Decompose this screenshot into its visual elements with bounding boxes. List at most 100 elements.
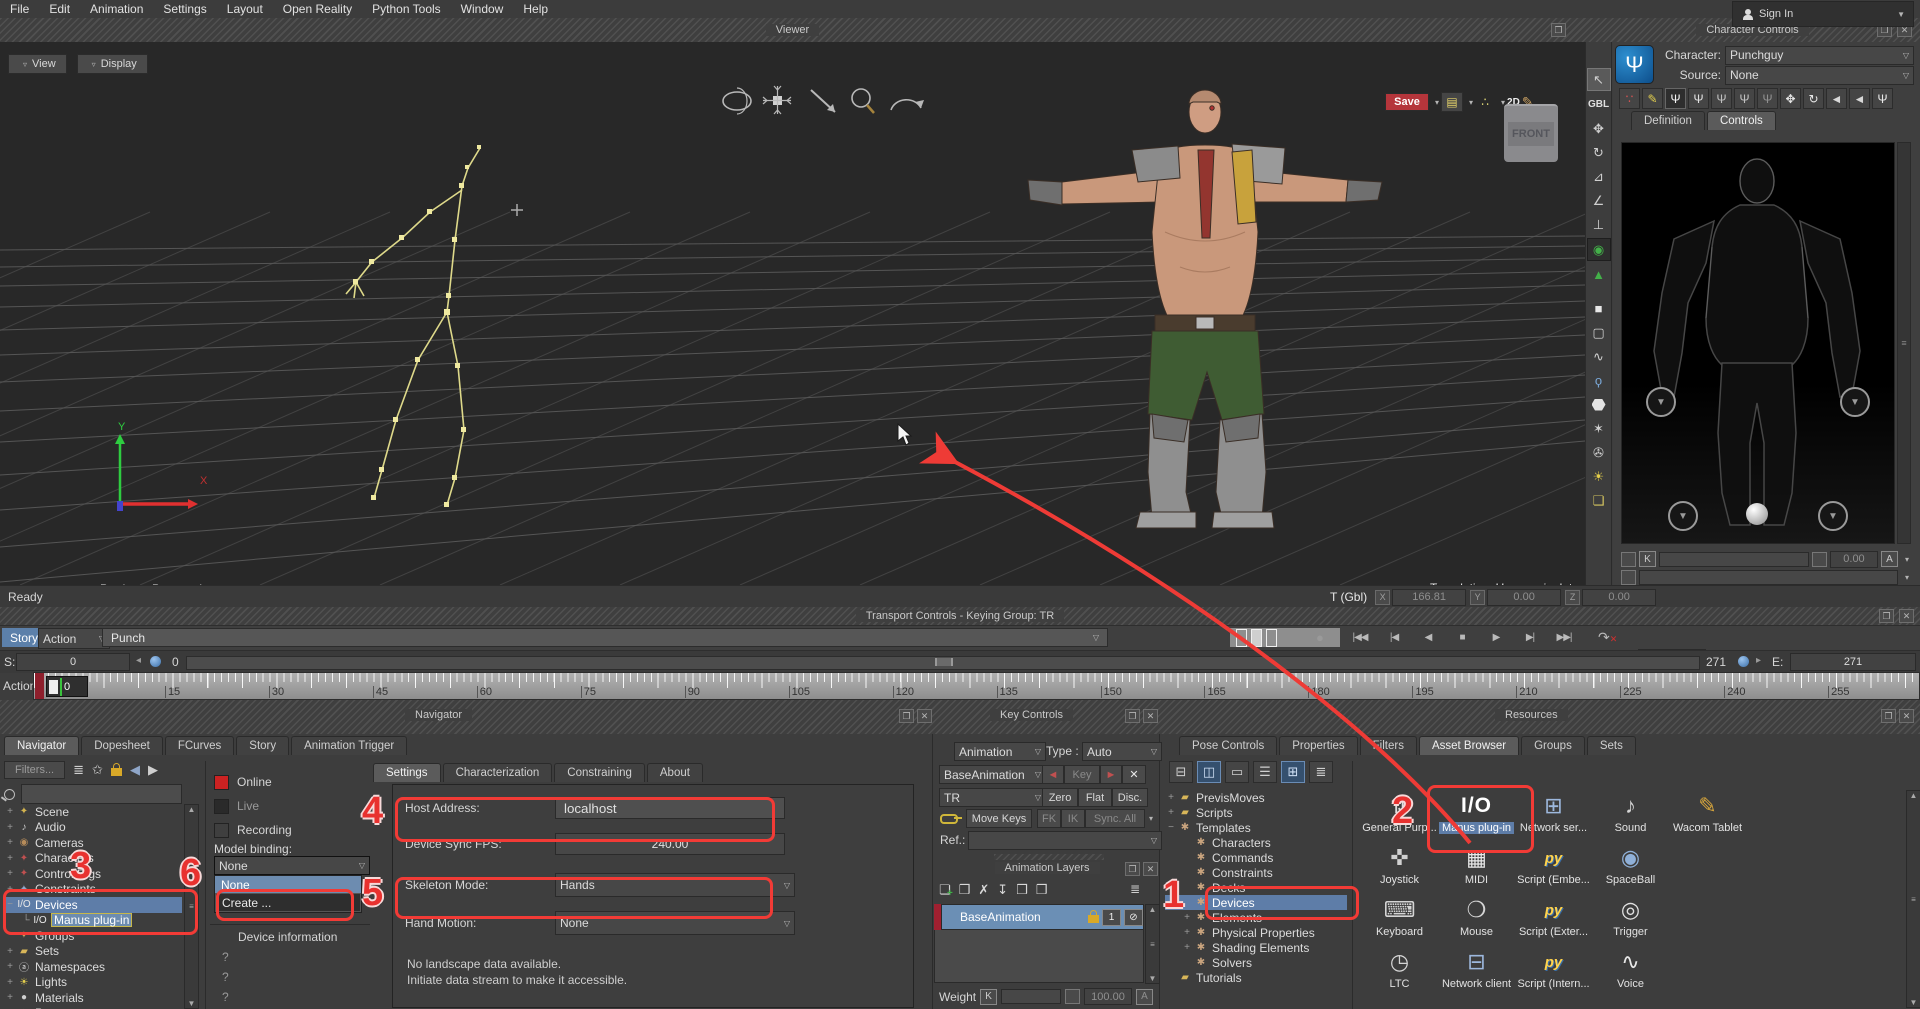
end-frame-field[interactable]: 271 [1790,653,1916,671]
transport-button[interactable]: ▶ [1481,628,1511,647]
save-button[interactable]: Save [1385,93,1429,111]
sign-in-button[interactable]: Sign In ▼ [1732,1,1914,27]
expander-icon[interactable]: + [4,946,16,957]
viewport-nav-icons[interactable] [715,84,925,118]
character-toolbar-icon[interactable]: ✎ [1642,88,1663,109]
device-settings-tab[interactable]: About [647,763,703,782]
viewport-tool-icon[interactable]: ∠ [1588,190,1610,211]
asset-item[interactable]: py Script (Exter... [1515,894,1592,946]
tree-scrollbar[interactable]: ▲≡▼ [184,804,199,1009]
spinner-left-icon[interactable]: ◂ [136,655,141,666]
tree-item[interactable]: ✱ Devices [1165,895,1347,910]
viewport-tool-icon[interactable]: ↻ [1588,142,1610,163]
expander-icon[interactable]: + [4,822,16,833]
keying-mode-select[interactable]: TR▽ [939,788,1046,807]
auto-chip[interactable]: A [1881,551,1898,567]
tree-item[interactable]: + ✦ Constraints [4,882,182,898]
character-toolbar-icon[interactable]: ∵ [1619,88,1640,109]
playhead-frame-box[interactable]: 0 [46,676,88,697]
favorite-star-icon[interactable]: ✩ [92,762,103,778]
close-icon[interactable]: ✕ [1143,709,1158,723]
transport-button[interactable]: |◀ [1379,628,1409,647]
spinner-handle[interactable] [150,656,161,667]
character-toolbar-icon[interactable]: Ψ [1872,88,1893,109]
transport-button[interactable]: ▶| [1515,628,1545,647]
zero-button[interactable]: Zero [1042,788,1078,807]
chevron-down-icon[interactable]: ▾ [1435,98,1439,107]
transport-button[interactable]: ▶▶| [1549,628,1579,647]
resources-tab[interactable]: Pose Controls [1179,736,1277,755]
tree-item[interactable]: ✱ Decks [1165,880,1347,895]
navigator-tab[interactable]: Story [236,736,289,755]
chevron-down-icon[interactable]: ▾ [1905,555,1909,564]
tree-item[interactable]: + ✦ Control Rigs [4,866,182,882]
slider-box[interactable] [1065,989,1080,1004]
assets-scrollbar[interactable]: ▲≡▼ [1906,790,1920,1008]
view-button[interactable]: ▿View [8,54,67,74]
skeleton-mode-select[interactable]: Hands▽ [555,873,795,897]
left-foot-button[interactable]: ▼ [1668,501,1698,531]
layer-options-icon[interactable]: ≣ [1130,882,1140,896]
resources-tab[interactable]: Sets [1587,736,1636,755]
tree-item[interactable]: ▰ Tutorials [1165,970,1347,985]
left-hand-button[interactable]: ▼ [1646,387,1676,417]
asset-item[interactable]: ⇅ General Purp... [1361,790,1438,842]
layer-tool-icon[interactable]: ❒ [959,882,971,898]
tree-item[interactable]: + ● Materials [4,990,182,1006]
tree-item[interactable]: └ I/O Manus plug-in [4,913,182,929]
layer-tool-icon[interactable]: ✗ [978,882,989,898]
chevron-down-icon[interactable]: ▾ [1149,814,1153,823]
expander-icon[interactable]: + [1181,942,1193,953]
expander-icon[interactable]: └ [20,915,32,926]
spinner-right-icon[interactable]: ▸ [1756,655,1761,666]
viewport-tool-icon[interactable]: ▲ [1588,264,1610,285]
asset-item[interactable]: py Script (Intern... [1515,946,1592,998]
key-chip[interactable]: K [980,989,997,1005]
asset-item[interactable]: ✎ Wacom Tablet [1669,790,1746,842]
tree-item[interactable]: ✱ Commands [1165,850,1347,865]
close-icon[interactable]: ✕ [1899,709,1914,723]
timeline-ruler[interactable]: 1530456075901051201351501651801952102252… [33,672,1920,700]
viewport-tool-icon[interactable]: ⊥ [1588,214,1610,235]
tree-item[interactable]: + ✱ Elements [1165,910,1347,925]
menu-item[interactable]: Animation [80,2,153,16]
float-icon[interactable]: ❐ [1125,862,1140,876]
viewport-tool-icon[interactable]: ϙ [1588,370,1610,391]
asset-item[interactable]: I/O Manus plug-in [1438,790,1515,842]
record-button[interactable]: ● [1316,630,1324,645]
marker-path-icon[interactable]: ∴ [1475,93,1495,111]
expander-icon[interactable]: + [4,806,16,817]
viewport-tool-icon[interactable]: ✇ [1588,442,1610,463]
viewport-tool-icon[interactable]: ∿ [1588,346,1610,367]
navigator-tab[interactable]: FCurves [165,736,234,755]
prev-key-button[interactable]: ◄ [1042,765,1064,784]
keying-group-select[interactable]: Animation▽ [954,742,1046,761]
browser-view-icon[interactable]: ≣ [1309,761,1333,783]
body-panel-scrollbar[interactable]: ≡ [1897,142,1911,544]
key-button[interactable]: Key [1064,765,1100,784]
move-keys-button[interactable]: Move Keys [966,809,1032,828]
lock-icon[interactable] [1088,915,1099,923]
tree-item[interactable]: + ☀ Lights [4,975,182,991]
viewport-tool-icon[interactable]: ✶ [1588,418,1610,439]
close-icon[interactable]: ✕ [1143,862,1158,876]
asset-item[interactable]: ❍ Mouse [1438,894,1515,946]
slider-box[interactable] [1812,552,1827,567]
character-toolbar-icon[interactable]: Ψ [1688,88,1709,109]
viewport-tool-icon[interactable]: ☀ [1588,466,1610,487]
secondary-slider[interactable] [1639,570,1898,585]
forward-icon[interactable]: ▶ [148,762,158,778]
mute-icon[interactable]: ⊘ [1124,909,1143,926]
menu-item[interactable]: Create ... [215,893,361,912]
lock-icon[interactable] [111,768,122,776]
asset-item[interactable]: ▦ MIDI [1438,842,1515,894]
tree-item[interactable]: − ✱ Templates [1165,820,1347,835]
expander-icon[interactable]: − [4,899,16,910]
browser-view-icon[interactable]: ☰ [1253,761,1277,783]
asset-item[interactable]: ♪ Sound [1592,790,1669,842]
host-address-input[interactable] [555,797,785,819]
asset-item[interactable]: ◷ LTC [1361,946,1438,998]
chevron-down-icon[interactable]: ▽ [1093,633,1099,642]
tree-item[interactable]: − I/O Devices [4,897,182,913]
device-sync-fps-value[interactable]: 240.00 [555,833,785,855]
